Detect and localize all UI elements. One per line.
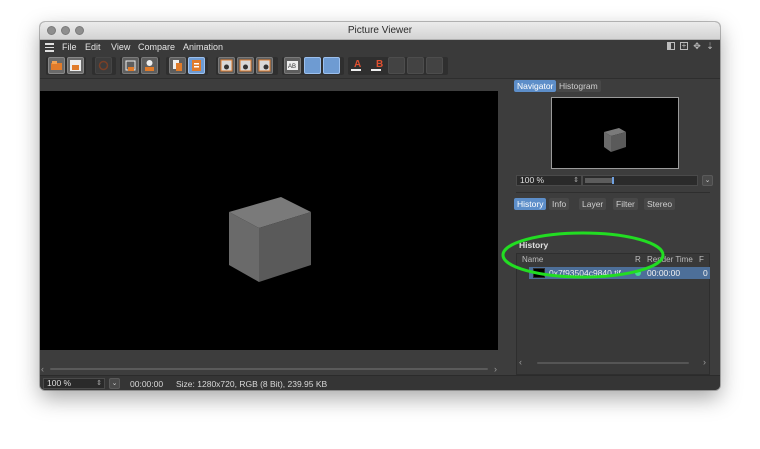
tab-info[interactable]: Info (549, 198, 570, 210)
svg-text:B: B (376, 59, 383, 70)
scroll-left-icon[interactable]: ‹ (41, 364, 44, 374)
zoom-dropdown-button[interactable]: ⌄ (109, 378, 120, 389)
split-horizontal-icon[interactable] (304, 57, 321, 74)
ab-compare-icon[interactable]: AB (284, 57, 301, 74)
right-panel: Navigator Histogram 100 % ⇕ ⌄ History In… (506, 76, 720, 375)
picture-viewer-window: Picture Viewer File Edit View Compare An… (40, 22, 720, 390)
tab-layer[interactable]: Layer (579, 198, 607, 210)
expand-icon[interactable]: + (680, 42, 688, 50)
view-mode-c-icon[interactable] (256, 57, 273, 74)
viewport-horizontal-scrollbar[interactable]: ‹ › (40, 364, 498, 374)
history-scrollbar[interactable] (537, 362, 689, 364)
navigator-cube-thumbnail (604, 128, 626, 152)
slider-thumb[interactable] (612, 177, 614, 184)
navigator-zoom-value: 100 % (520, 175, 545, 185)
title-bar: Picture Viewer (40, 22, 720, 40)
save-file-icon[interactable] (67, 57, 84, 74)
status-bar: 100 % ⇕ ⌄ 00:00:00 Size: 1280x720, RGB (… (40, 375, 720, 390)
highlight-annotation-ellipse (501, 231, 665, 279)
navigator-zoom-stepper-icon[interactable]: ⇕ (573, 176, 579, 185)
tab-history[interactable]: History (514, 198, 547, 210)
set-b-icon[interactable]: B (370, 57, 387, 74)
pin-icon[interactable]: ⇣ (706, 42, 714, 51)
navigator-dropdown-button[interactable]: ⌄ (702, 175, 713, 186)
tab-navigator[interactable]: Navigator (514, 80, 557, 92)
navigator-zoom-field[interactable]: 100 % ⇕ (516, 175, 582, 186)
navigator-preview[interactable] (551, 97, 679, 169)
tab-stereo[interactable]: Stereo (644, 198, 676, 210)
menu-view[interactable]: View (111, 42, 130, 52)
menu-edit[interactable]: Edit (85, 42, 101, 52)
menu-file[interactable]: File (62, 42, 77, 52)
menu-animation[interactable]: Animation (183, 42, 223, 52)
open-file-icon[interactable] (48, 57, 65, 74)
zoom-value: 100 % (47, 378, 72, 388)
layout-grid-c-icon[interactable] (426, 57, 443, 74)
status-time: 00:00:00 (130, 379, 164, 389)
move-icon[interactable]: ✥ (693, 42, 701, 51)
svg-text:AB: AB (288, 64, 296, 70)
tab-filter[interactable]: Filter (613, 198, 638, 210)
add-frame-icon[interactable] (122, 57, 139, 74)
zoom-stepper-icon[interactable]: ⇕ (96, 379, 102, 388)
image-viewport[interactable] (40, 91, 498, 350)
layout-grid-b-icon[interactable] (407, 57, 424, 74)
scroll-right-icon[interactable]: › (494, 364, 497, 374)
copy-icon[interactable] (169, 57, 186, 74)
render-icon[interactable] (95, 57, 112, 74)
navigator-zoom-slider[interactable] (582, 175, 698, 186)
menu-compare[interactable]: Compare (138, 42, 175, 52)
history-frame: 0 (703, 268, 708, 278)
paste-icon[interactable] (188, 57, 205, 74)
svg-text:A: A (354, 59, 361, 70)
layout-grid-a-icon[interactable] (388, 57, 405, 74)
panel-layout-icon[interactable] (667, 42, 675, 50)
menu-bar: File Edit View Compare Animation + ✥ ⇣ (40, 40, 720, 54)
window-title: Picture Viewer (347, 25, 413, 36)
zoom-field[interactable]: 100 % ⇕ (43, 378, 105, 389)
hamburger-menu-icon[interactable] (45, 43, 54, 52)
history-scroll-left-icon[interactable]: ‹ (519, 357, 522, 367)
view-mode-b-icon[interactable] (237, 57, 254, 74)
user-icon[interactable] (141, 57, 158, 74)
split-vertical-icon[interactable] (323, 57, 340, 74)
column-f[interactable]: F (699, 255, 704, 264)
history-scroll-right-icon[interactable]: › (703, 357, 706, 367)
rendered-cube-image (229, 197, 311, 282)
view-mode-a-icon[interactable] (218, 57, 235, 74)
tab-histogram[interactable]: Histogram (556, 80, 601, 92)
status-image-info: Size: 1280x720, RGB (8 Bit), 239.95 KB (176, 379, 328, 389)
set-a-icon[interactable]: A (350, 57, 367, 74)
